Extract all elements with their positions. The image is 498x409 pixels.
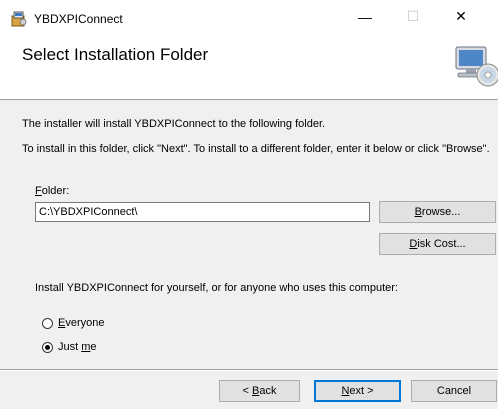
radio-everyone[interactable]: Everyone	[42, 317, 104, 329]
minimize-button[interactable]: —	[342, 0, 388, 33]
radio-just-me-label: Just me	[58, 341, 97, 353]
window-title: YBDXPIConnect	[34, 12, 123, 26]
install-instructions: To install in this folder, click "Next".…	[22, 143, 490, 155]
footer-divider-highlight	[0, 370, 498, 371]
browse-button[interactable]: Browse...	[379, 201, 496, 223]
close-button[interactable]: ✕	[438, 0, 484, 33]
installer-app-icon	[11, 11, 27, 27]
page-title: Select Installation Folder	[22, 45, 209, 64]
minimize-icon: —	[358, 8, 372, 25]
title-bar: YBDXPIConnect — ☐ ✕	[0, 0, 498, 33]
close-icon: ✕	[455, 8, 467, 24]
computer-cd-icon	[455, 46, 498, 87]
install-scope-prompt: Install YBDXPIConnect for yourself, or f…	[35, 282, 398, 294]
radio-button-checked[interactable]	[42, 341, 53, 353]
maximize-icon: ☐	[406, 8, 420, 24]
radio-button-unchecked[interactable]	[42, 317, 53, 329]
next-button[interactable]: Next >	[314, 380, 401, 402]
radio-everyone-label: Everyone	[58, 317, 105, 329]
radio-just-me[interactable]: Just me	[42, 341, 97, 353]
folder-label: Folder:	[35, 185, 70, 197]
folder-path-input[interactable]	[35, 202, 370, 222]
install-description: The installer will install YBDXPIConnect…	[22, 118, 326, 130]
back-button[interactable]: < Back	[219, 380, 300, 402]
cancel-button[interactable]: Cancel	[411, 380, 497, 402]
header-banner: Select Installation Folder	[0, 33, 498, 100]
maximize-button: ☐	[390, 0, 436, 33]
disk-cost-button[interactable]: Disk Cost...	[379, 233, 496, 255]
